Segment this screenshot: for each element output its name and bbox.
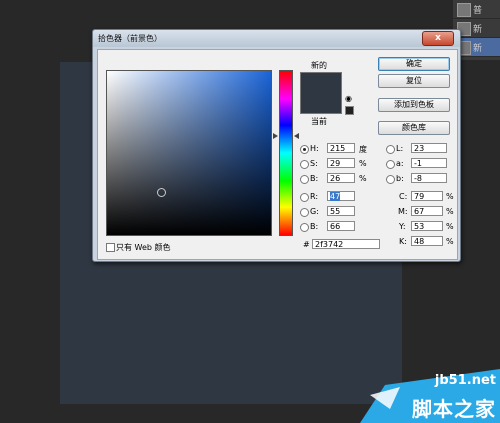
site-watermark: jb51.net 脚本之家 [360, 365, 500, 423]
layer-row[interactable]: 普 [453, 0, 500, 19]
a-input[interactable]: -1 [411, 158, 447, 168]
black-input[interactable]: 48 [411, 236, 443, 246]
lightness-label: L: [396, 144, 404, 153]
green-input[interactable]: 55 [327, 206, 355, 216]
layer-name: 新 [473, 25, 483, 35]
hue-input[interactable]: 215 [327, 143, 355, 153]
only-web-colors-label: 只有 Web 颜色 [116, 243, 171, 252]
add-to-swatches-button[interactable]: 添加到色板 [378, 98, 450, 112]
reset-button[interactable]: 复位 [378, 74, 450, 88]
color-field-cursor[interactable] [157, 188, 166, 197]
hue-slider-right-arrow-icon[interactable] [294, 133, 299, 139]
field-row-magenta: M: 67 % [386, 206, 456, 218]
watermark-name: 脚本之家 [412, 397, 496, 421]
hue-radio[interactable] [300, 145, 309, 154]
watermark-url: jb51.net [434, 373, 496, 388]
ok-button[interactable]: 确定 [378, 57, 450, 71]
blue-input[interactable]: 66 [327, 221, 355, 231]
field-row-hue: H: 215 度 [300, 143, 370, 155]
dialog-titlebar[interactable]: 拾色器（前景色） x [93, 30, 460, 47]
red-radio[interactable] [300, 193, 309, 202]
lightness-radio[interactable] [386, 145, 395, 154]
close-button[interactable]: x [422, 31, 454, 46]
lightness-input[interactable]: 23 [411, 143, 447, 153]
red-input-value: 47 [330, 192, 341, 201]
yellow-input[interactable]: 53 [411, 221, 443, 231]
green-label: G: [310, 207, 319, 216]
layer-name: 新 [473, 44, 483, 54]
dialog-body: 新的 当前 ◉ 确定 复位 添加到色板 颜色库 H: 215 度 S: 29 % [97, 49, 458, 260]
hue-slider[interactable] [279, 70, 293, 236]
blue-radio[interactable] [300, 223, 309, 232]
yellow-unit: % [446, 222, 454, 231]
field-row-yellow: Y: 53 % [386, 221, 456, 233]
hex-label: # [303, 240, 310, 249]
brightness-radio[interactable] [300, 175, 309, 184]
cyan-input[interactable]: 79 [411, 191, 443, 201]
layer-thumbnail [457, 3, 471, 17]
new-current-color-swatch[interactable] [300, 72, 342, 114]
color-field[interactable] [106, 70, 272, 236]
magenta-input[interactable]: 67 [411, 206, 443, 216]
brightness-input[interactable]: 26 [327, 173, 355, 183]
black-label: K: [399, 237, 407, 246]
red-label: R: [310, 192, 319, 201]
cyan-unit: % [446, 192, 454, 201]
color-picker-dialog: 拾色器（前景色） x 新的 当前 ◉ 确定 复位 添加到色板 颜色库 H: 21 [92, 29, 461, 262]
saturation-unit: % [359, 159, 367, 168]
field-row-blue: B: 66 [300, 221, 370, 233]
hue-label: H: [310, 144, 319, 153]
saturation-input[interactable]: 29 [327, 158, 355, 168]
field-row-cyan: C: 79 % [386, 191, 456, 203]
color-libraries-button[interactable]: 颜色库 [378, 121, 450, 135]
b-label: b: [396, 174, 404, 183]
field-row-green: G: 55 [300, 206, 370, 218]
gamut-warning-icon[interactable]: ◉ [345, 95, 353, 103]
only-web-colors-checkbox[interactable] [106, 243, 115, 252]
field-row-b: b: -8 [386, 173, 456, 185]
new-color-label: 新的 [311, 61, 327, 70]
websafe-cube-icon[interactable] [345, 106, 354, 115]
field-row-hex: # 2f3742 [300, 239, 390, 251]
hue-slider-left-arrow-icon[interactable] [273, 133, 278, 139]
a-label: a: [396, 159, 404, 168]
saturation-radio[interactable] [300, 160, 309, 169]
blue-label: B: [310, 222, 319, 231]
black-unit: % [446, 237, 454, 246]
dialog-title: 拾色器（前景色） [98, 34, 162, 43]
red-input[interactable]: 47 [327, 191, 355, 201]
field-row-black: K: 48 % [386, 236, 456, 248]
a-radio[interactable] [386, 160, 395, 169]
hue-unit: 度 [359, 145, 367, 154]
b-radio[interactable] [386, 175, 395, 184]
green-radio[interactable] [300, 208, 309, 217]
magenta-label: M: [398, 207, 408, 216]
field-row-saturation: S: 29 % [300, 158, 370, 170]
b-input[interactable]: -8 [411, 173, 447, 183]
hex-input[interactable]: 2f3742 [312, 239, 380, 249]
field-row-lightness: L: 23 [386, 143, 456, 155]
magenta-unit: % [446, 207, 454, 216]
brightness-label: B: [310, 174, 319, 183]
brightness-unit: % [359, 174, 367, 183]
field-row-red: R: 47 [300, 191, 370, 203]
photoshop-workspace: 普 新 新 拾色器（前景色） x 新的 当前 ◉ 确定 复位 添加到色板 颜色库… [0, 0, 500, 423]
field-row-brightness: B: 26 % [300, 173, 370, 185]
yellow-label: Y: [399, 222, 406, 231]
cyan-label: C: [399, 192, 408, 201]
layer-name: 普 [473, 6, 483, 16]
saturation-label: S: [310, 159, 318, 168]
field-row-a: a: -1 [386, 158, 456, 170]
current-color-label: 当前 [311, 117, 327, 126]
